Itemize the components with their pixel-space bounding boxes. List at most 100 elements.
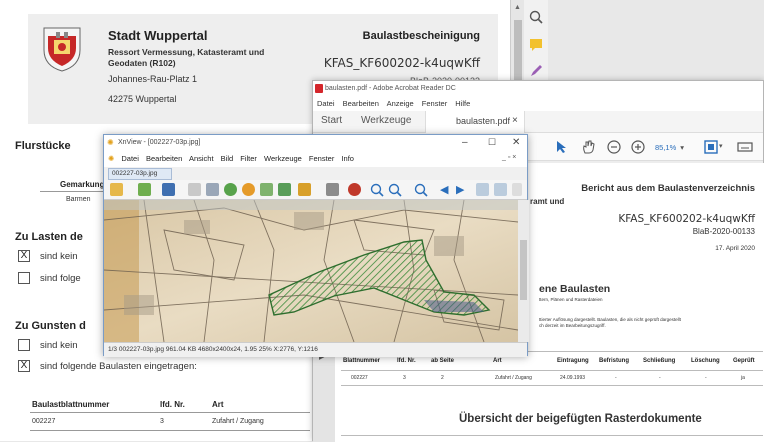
divider xyxy=(30,430,310,431)
pdf-table-header: Blattnummer xyxy=(343,358,381,364)
menu-item[interactable]: Info xyxy=(341,154,354,163)
city-crest-icon xyxy=(43,27,81,72)
acrobat-titlebar: baulasten.pdf - Adobe Acrobat Reader DC xyxy=(313,81,763,97)
zoom-level-select[interactable]: 85,1% ▾ xyxy=(655,141,695,154)
table-cell: Zufahrt / Zugang xyxy=(212,418,264,425)
fit-page-icon[interactable] xyxy=(703,139,719,155)
lasten-some-label: sind folge xyxy=(40,273,81,284)
hand-tool-icon[interactable] xyxy=(581,140,595,154)
comment-tool-strip xyxy=(524,0,548,90)
pdf-table-header: Befristung xyxy=(599,358,629,364)
minimize-button[interactable]: – xyxy=(462,137,468,148)
layout-icon[interactable] xyxy=(326,183,339,196)
print-icon[interactable] xyxy=(188,183,201,196)
open-folder-icon[interactable] xyxy=(138,183,151,196)
gemarkung-value: Barmen xyxy=(66,196,91,203)
cadastral-map-image[interactable] xyxy=(104,200,518,342)
pdf-table-header: lfd. Nr. xyxy=(397,358,416,364)
select-cursor-icon[interactable] xyxy=(555,140,567,154)
menu-item[interactable]: Filter xyxy=(240,154,257,163)
copy-icon[interactable] xyxy=(206,183,219,196)
child-window-controls[interactable]: _ ▫ × xyxy=(502,154,516,161)
tab-start[interactable]: Start xyxy=(321,115,342,126)
scroll-up-icon[interactable]: ▲ xyxy=(514,4,521,11)
tab-close-icon[interactable]: × xyxy=(512,115,518,126)
refresh-icon[interactable] xyxy=(224,183,237,196)
raster-overview-heading: Übersicht der beigefügten Rasterdokument… xyxy=(459,413,702,425)
maximize-button[interactable]: ☐ xyxy=(488,137,496,148)
menu-item[interactable]: Fenster xyxy=(422,99,447,108)
pdf-table-cell: 2 xyxy=(441,375,444,381)
next-icon[interactable]: ▶ xyxy=(456,183,464,196)
zoom-in-icon[interactable] xyxy=(370,183,384,197)
gunsten-some-checkbox[interactable]: X xyxy=(18,360,30,372)
pdf-table-header: Schließung xyxy=(643,358,676,364)
pdf-table-cell: 002227 xyxy=(351,375,368,381)
first-page-icon[interactable] xyxy=(476,183,489,196)
save-icon[interactable] xyxy=(162,183,175,196)
note-line: ttierter Auflösung dargestellt. Baulaste… xyxy=(539,317,681,322)
browse-icon[interactable] xyxy=(110,183,123,196)
document-title: Baulastbescheinigung xyxy=(362,30,480,42)
department-tail: ramt und xyxy=(530,197,565,206)
last-page-icon[interactable] xyxy=(494,183,507,196)
more-tools-icon[interactable] xyxy=(512,183,522,196)
menu-item[interactable]: Bild xyxy=(221,154,234,163)
scrollbar-thumb[interactable] xyxy=(520,240,527,300)
settings-icon[interactable] xyxy=(348,183,361,196)
comment-icon[interactable] xyxy=(529,38,543,52)
image-vertical-scrollbar[interactable] xyxy=(518,200,529,342)
zoom-icon[interactable] xyxy=(529,10,543,24)
slideshow-icon[interactable] xyxy=(278,183,291,196)
chevron-down-icon[interactable]: ▾ xyxy=(719,142,723,150)
status-text: 1/3 002227-03p.jpg 961.04 KB 4680x2400x2… xyxy=(108,346,318,353)
section-zu-gunsten: Zu Gunsten d xyxy=(15,320,86,332)
document-id: KFAS_KF600202-k4uqwKff xyxy=(323,56,480,70)
effects-icon[interactable] xyxy=(298,183,311,196)
street-address: Johannes-Rau-Platz 1 xyxy=(108,74,198,84)
zoom-in-icon[interactable] xyxy=(631,140,645,154)
pdf-table-cell: Zufahrt / Zugang xyxy=(495,375,532,381)
divider xyxy=(30,412,310,413)
gunsten-none-checkbox[interactable] xyxy=(18,339,30,351)
menu-item[interactable]: Fenster xyxy=(309,154,334,163)
pdf-table-header: ab Seite xyxy=(431,358,455,364)
menu-item[interactable]: Hilfe xyxy=(455,99,470,108)
pdf-table-cell: 3 xyxy=(403,375,406,381)
zoom-out-icon[interactable] xyxy=(607,140,621,154)
xnview-menubar: ✺ Datei Bearbeiten Ansicht Bild Filter W… xyxy=(104,151,527,167)
divider xyxy=(341,370,763,371)
menu-item[interactable]: Ansicht xyxy=(189,154,214,163)
image-icon[interactable] xyxy=(260,183,273,196)
gunsten-none-label: sind kein xyxy=(40,340,78,351)
table-cell: 3 xyxy=(160,418,164,425)
pdf-table-header: Löschung xyxy=(691,358,720,364)
menu-item[interactable]: Bearbeiten xyxy=(343,99,379,108)
menu-item[interactable]: Datei xyxy=(121,154,139,163)
menu-item[interactable]: Werkzeuge xyxy=(264,154,302,163)
previous-icon[interactable]: ◀ xyxy=(440,183,448,196)
tab-file[interactable]: baulasten.pdf × xyxy=(425,111,525,133)
lasten-some-checkbox[interactable] xyxy=(18,272,30,284)
zoom-fit-icon[interactable] xyxy=(388,183,402,197)
lasten-none-checkbox[interactable]: X xyxy=(18,250,30,262)
table-cell: 002227 xyxy=(32,418,56,425)
pen-icon[interactable] xyxy=(529,64,543,78)
keyboard-icon[interactable] xyxy=(737,139,753,155)
menu-item[interactable]: Bearbeiten xyxy=(146,154,182,163)
close-button[interactable]: ✕ xyxy=(512,137,520,148)
baulasten-section-sub: ttern, Plänen und Rasterdateien xyxy=(539,297,603,302)
rotate-icon[interactable] xyxy=(242,183,255,196)
menu-item[interactable]: Anzeige xyxy=(387,99,414,108)
tab-werkzeuge[interactable]: Werkzeuge xyxy=(361,115,411,126)
menu-item[interactable]: Datei xyxy=(317,99,335,108)
app-menu-icon[interactable]: ✺ xyxy=(108,154,114,163)
gemarkung-header: Gemarkung xyxy=(60,180,105,189)
divider xyxy=(40,191,110,192)
image-tab[interactable]: 002227-03p.jpg xyxy=(108,168,172,180)
acrobat-title: baulasten.pdf - Adobe Acrobat Reader DC xyxy=(325,85,456,92)
xnview-titlebar: ✺ XnView - [002227-03p.jpg] – ☐ ✕ xyxy=(104,135,527,151)
zoom-out-icon[interactable] xyxy=(414,183,428,197)
xnview-title: XnView - [002227-03p.jpg] xyxy=(118,139,201,146)
xnview-toolbar: ◀ ▶ xyxy=(104,180,527,200)
